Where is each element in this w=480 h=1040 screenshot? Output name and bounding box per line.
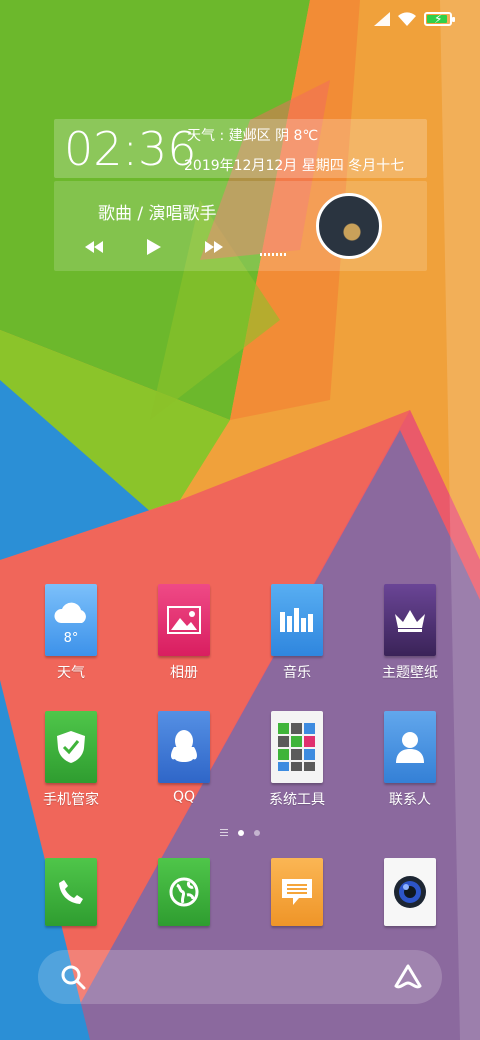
app-label: 天气 <box>57 665 85 681</box>
qq-penguin-icon <box>158 711 210 783</box>
weather-info: 天气 : 建邺区 阴 8℃ <box>187 128 319 144</box>
gallery-icon <box>158 584 210 656</box>
music-equalizer-icon <box>271 584 323 656</box>
assistant-icon[interactable] <box>394 964 422 990</box>
search-icon[interactable] <box>60 964 86 990</box>
dock-camera[interactable] <box>360 858 460 926</box>
clock-weather-widget[interactable]: 02:36 天气 : 建邺区 阴 8℃ 2019年12月12月 星期四 冬月十七 <box>54 119 427 178</box>
date-info: 2019年12月12月 星期四 冬月十七 <box>184 158 405 174</box>
signal-icon <box>374 12 390 26</box>
clock-time: 02:36 <box>64 122 197 176</box>
music-widget[interactable]: 歌曲 / 演唱歌手 <box>54 181 427 271</box>
app-label: 手机管家 <box>43 792 99 808</box>
wifi-icon <box>398 12 416 26</box>
page-indicator[interactable] <box>220 829 260 836</box>
globe-icon <box>158 858 210 926</box>
app-music[interactable]: 音乐 <box>247 584 347 682</box>
app-themes[interactable]: 主题壁纸 <box>360 584 460 682</box>
search-bar[interactable] <box>38 950 442 1004</box>
previous-button[interactable] <box>84 239 104 255</box>
battery-charging-icon: ⚡ <box>424 12 455 26</box>
song-title: 歌曲 / 演唱歌手 <box>98 204 217 224</box>
music-progress <box>260 253 288 256</box>
app-qq[interactable]: QQ <box>134 711 234 805</box>
crown-icon <box>384 584 436 656</box>
play-button[interactable] <box>144 239 164 255</box>
app-label: 相册 <box>170 665 198 681</box>
app-weather[interactable]: 8° 天气 <box>21 584 121 682</box>
app-label: 主题壁纸 <box>382 665 438 681</box>
app-label: 联系人 <box>389 792 431 808</box>
app-label: 系统工具 <box>269 792 325 808</box>
app-label: 音乐 <box>283 665 311 681</box>
weather-cloud-icon: 8° <box>45 584 97 656</box>
play-icon <box>147 239 161 255</box>
status-bar: ⚡ <box>0 0 480 40</box>
shield-icon <box>45 711 97 783</box>
message-icon <box>271 858 323 926</box>
next-button[interactable] <box>204 239 224 255</box>
dock-browser[interactable] <box>134 858 234 926</box>
menu-lines-icon <box>220 829 228 836</box>
weather-temp-badge: 8° <box>63 631 79 646</box>
phone-icon <box>45 858 97 926</box>
app-label: QQ <box>172 789 196 805</box>
app-contacts[interactable]: 联系人 <box>360 711 460 809</box>
app-phone-manager[interactable]: 手机管家 <box>21 711 121 809</box>
contact-person-icon <box>384 711 436 783</box>
page-dot[interactable] <box>254 829 260 836</box>
previous-icon <box>85 241 103 253</box>
dock-phone[interactable] <box>21 858 121 926</box>
app-system-tools[interactable]: 系统工具 <box>247 711 347 809</box>
camera-icon <box>384 858 436 926</box>
next-icon <box>205 241 223 253</box>
album-art[interactable] <box>316 193 382 259</box>
page-dot-active[interactable] <box>238 829 244 836</box>
app-gallery[interactable]: 相册 <box>134 584 234 682</box>
tools-grid-icon <box>271 711 323 783</box>
dock-messages[interactable] <box>247 858 347 926</box>
